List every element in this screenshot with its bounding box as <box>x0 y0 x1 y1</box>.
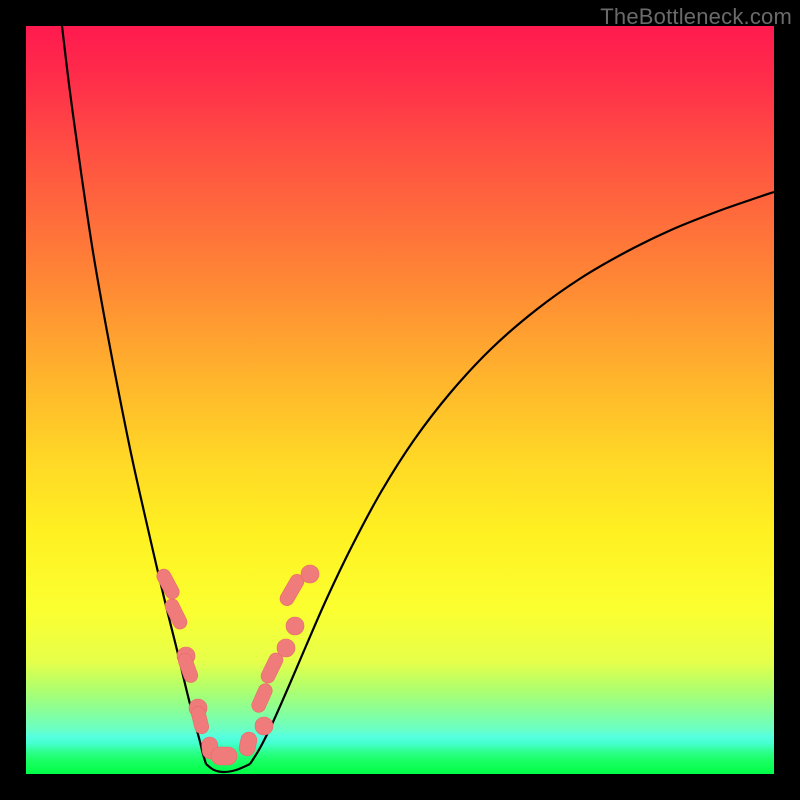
marker <box>163 597 190 632</box>
marker <box>277 639 295 657</box>
marker <box>301 565 319 583</box>
marker <box>154 567 181 602</box>
chart-frame <box>26 26 774 774</box>
marker <box>250 681 275 714</box>
watermark-text: TheBottleneck.com <box>600 4 792 30</box>
marker <box>286 617 304 635</box>
curve-right <box>250 192 774 764</box>
markers <box>154 565 319 765</box>
marker <box>211 747 237 765</box>
chart-svg <box>26 26 774 774</box>
marker <box>255 717 273 735</box>
marker <box>238 731 259 758</box>
marker <box>176 652 199 685</box>
